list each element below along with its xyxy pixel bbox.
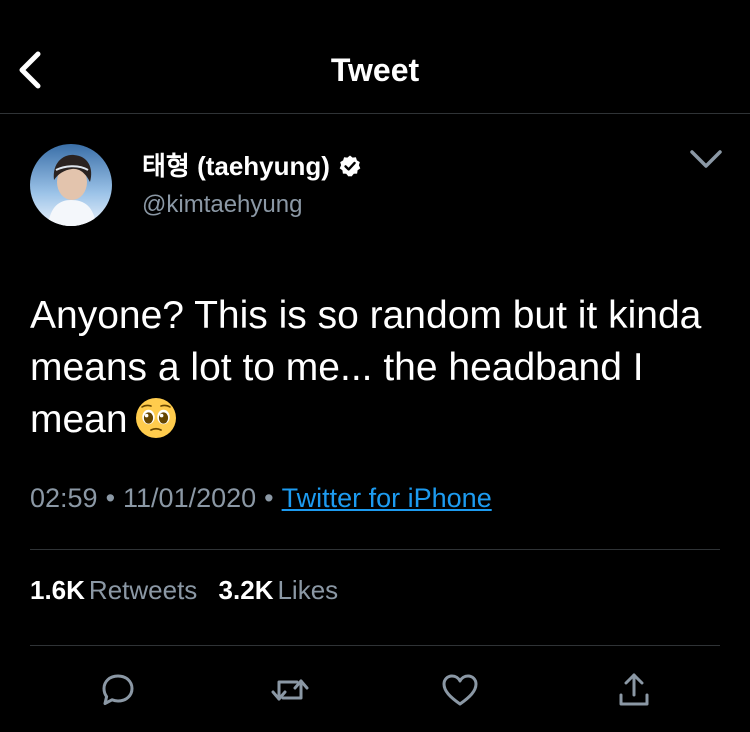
tweet-time: 02:59 [30,483,98,513]
separator: • [264,483,274,513]
like-icon [442,674,478,706]
action-bar [0,666,750,714]
retweets-count: 1.6K [30,575,85,605]
divider [30,549,720,550]
likes-stat[interactable]: 3.2K Likes [219,575,339,605]
retweets-stat[interactable]: 1.6K Retweets [30,575,197,605]
divider [30,645,720,646]
share-icon [619,673,649,706]
top-bar: Tweet [0,0,750,114]
chevron-down-icon [690,150,722,168]
retweets-label: Retweets [88,575,198,605]
tweet-body: Anyone? This is so random but it kinda m… [30,294,702,441]
reply-button[interactable] [94,666,142,714]
retweet-icon [271,679,309,701]
separator: • [105,483,116,513]
page-title: Tweet [330,52,420,88]
pleading-face-emoji [135,398,176,438]
reply-icon [102,674,134,705]
like-button[interactable] [436,666,484,714]
likes-count: 3.2K [218,575,274,605]
author-display-name: 태형 (taehyung) [142,151,330,181]
author-name-row[interactable]: 태형 (taehyung) [142,148,362,184]
tweet-meta: 02:59 • 11/01/2020 • Twitter for iPhone [30,478,492,518]
engagement-stats: 1.6K Retweets 3.2K Likes [30,570,352,610]
tweet-date: 11/01/2020 [123,483,257,513]
tweet-text: Anyone? This is so random but it kinda m… [30,290,720,446]
more-options-button[interactable] [684,142,728,178]
verified-badge-icon [339,155,361,177]
retweet-button[interactable] [266,666,314,714]
share-button[interactable] [610,666,658,714]
likes-label: Likes [277,575,339,605]
author-handle[interactable]: @kimtaehyung [142,190,302,220]
avatar[interactable] [30,144,112,226]
tweet-source-link[interactable]: Twitter for iPhone [282,483,492,513]
